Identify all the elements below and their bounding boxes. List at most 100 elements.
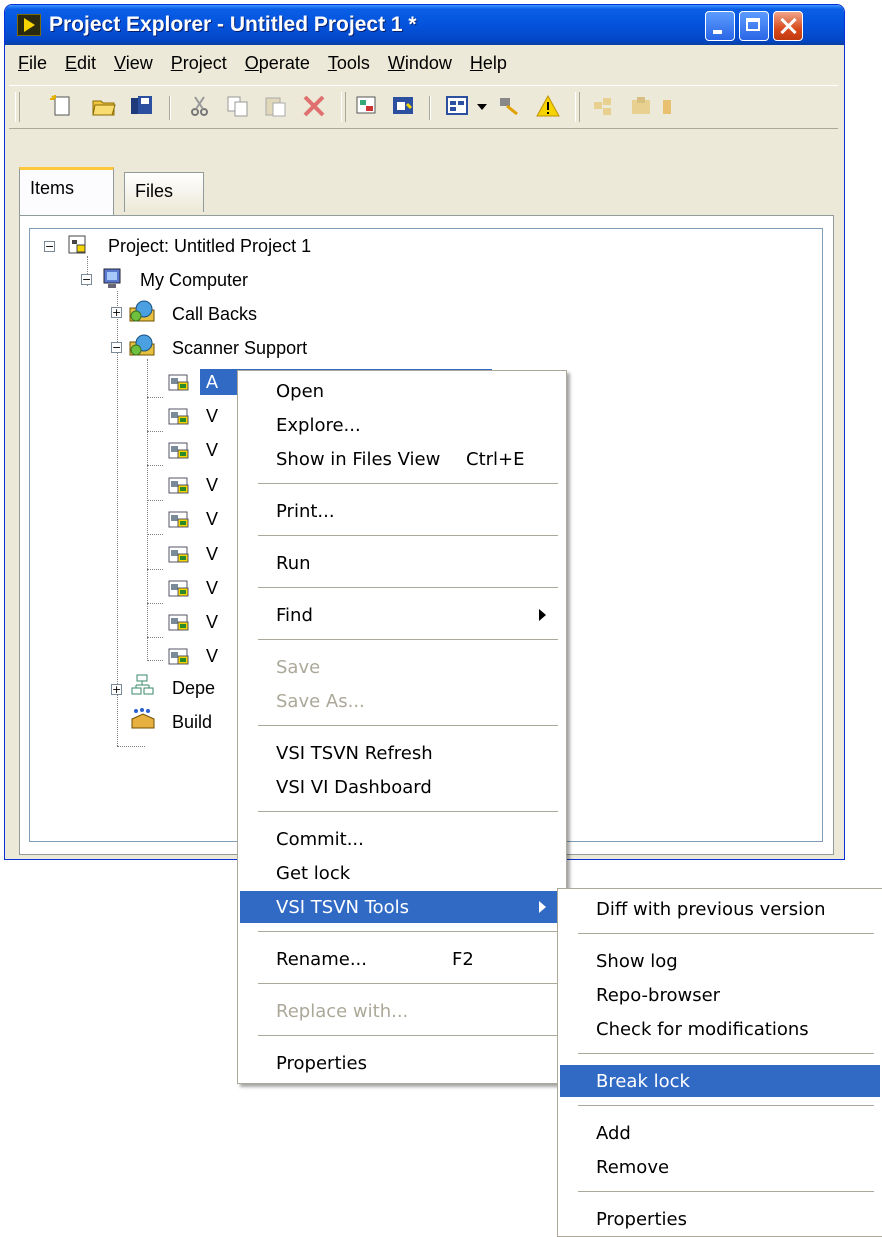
toolbar [9, 85, 838, 129]
minimize-button[interactable] [705, 11, 735, 41]
menu-properties[interactable]: Properties [240, 1047, 564, 1079]
menu-vsi-tsvn-refresh[interactable]: VSI TSVN Refresh [240, 737, 564, 769]
tab-files[interactable]: Files [124, 172, 204, 212]
menu-separator [578, 1105, 874, 1106]
virtual-folder-icon [129, 334, 155, 356]
open-folder-icon[interactable] [91, 94, 117, 118]
submenu-diff[interactable]: Diff with previous version [560, 893, 880, 925]
menu-save-label: Save [276, 656, 321, 678]
package-icon[interactable] [629, 94, 655, 118]
tree-build-specifications[interactable]: Build [172, 709, 212, 735]
toolbar-grip[interactable] [15, 92, 20, 122]
title-bar[interactable]: Project Explorer - Untitled Project 1 * [5, 5, 844, 45]
warning-icon[interactable] [535, 94, 561, 118]
tree-vi-item[interactable]: V [206, 437, 218, 463]
delete-icon[interactable] [301, 94, 327, 118]
tree-vi-item[interactable]: V [206, 643, 218, 669]
submenu-remove[interactable]: Remove [560, 1151, 880, 1183]
menu-tsvn-refresh-label: VSI TSVN Refresh [276, 742, 433, 764]
vi-icon [166, 609, 192, 633]
submenu-break-lock[interactable]: Break lock [560, 1065, 880, 1097]
menu-save-as[interactable]: Save As... [240, 685, 564, 717]
paste-icon[interactable] [263, 94, 289, 118]
tree-vi-item[interactable]: V [206, 403, 218, 429]
menu-replace-with[interactable]: Replace with... [240, 995, 564, 1027]
menu-print[interactable]: Print... [240, 495, 564, 527]
menu-separator [258, 535, 558, 536]
menu-tools[interactable]: Tools [319, 53, 379, 74]
tree-my-computer[interactable]: My Computer [140, 267, 248, 293]
menu-window[interactable]: Window [379, 53, 461, 74]
menu-run[interactable]: Run [240, 547, 564, 579]
tree-vi-item[interactable]: V [206, 506, 218, 532]
tree-call-backs[interactable]: Call Backs [172, 301, 257, 327]
tree-dependencies[interactable]: Depe [172, 675, 215, 701]
save-all-icon[interactable] [129, 94, 155, 118]
menu-vsi-vi-dashboard[interactable]: VSI VI Dashboard [240, 771, 564, 803]
submenu-break-lock-label: Break lock [596, 1070, 690, 1092]
source-control-icon[interactable] [591, 94, 617, 118]
menu-open[interactable]: Open [240, 375, 564, 407]
scanner-support-collapse-toggle[interactable]: − [111, 342, 122, 353]
menu-mnemonic: E [65, 53, 78, 73]
copy-icon[interactable] [225, 94, 251, 118]
vi-icon [166, 643, 192, 667]
vi-icon [166, 403, 192, 427]
tab-items[interactable]: Items [19, 167, 114, 215]
submenu-repo-browser[interactable]: Repo-browser [560, 979, 880, 1011]
tree-vi-item[interactable]: V [206, 541, 218, 567]
menu-properties-label: Properties [276, 1052, 367, 1074]
submenu-add[interactable]: Add [560, 1117, 880, 1149]
tree-vi-item[interactable]: V [206, 472, 218, 498]
menu-open-label: Open [276, 380, 325, 402]
menu-get-lock[interactable]: Get lock [240, 857, 564, 889]
tsvn-tools-submenu: Diff with previous version Show log Repo… [557, 888, 882, 1237]
menu-rename[interactable]: Rename... F2 [240, 943, 564, 975]
hierarchy-icon[interactable] [497, 94, 523, 118]
submenu-check-mods-label: Check for modifications [596, 1018, 809, 1040]
maximize-button[interactable] [739, 11, 769, 41]
submenu-check-modifications[interactable]: Check for modifications [560, 1013, 880, 1045]
cut-icon[interactable] [187, 94, 213, 118]
dropdown-arrow-icon[interactable] [475, 94, 489, 118]
submenu-properties[interactable]: Properties [560, 1203, 880, 1235]
new-file-icon[interactable] [49, 94, 75, 118]
menu-help[interactable]: Help [461, 53, 516, 74]
menu-commit[interactable]: Commit... [240, 823, 564, 855]
menu-mnemonic: O [244, 53, 259, 73]
menu-project[interactable]: Project [162, 53, 236, 74]
view-options-icon[interactable] [445, 94, 471, 118]
project-collapse-toggle[interactable]: − [44, 241, 55, 252]
dependencies-expand-toggle[interactable]: + [111, 684, 122, 695]
tree-scanner-support[interactable]: Scanner Support [172, 335, 307, 361]
menu-explore[interactable]: Explore... [240, 409, 564, 441]
close-button[interactable] [773, 11, 803, 41]
menu-vsi-tsvn-tools[interactable]: VSI TSVN Tools [240, 891, 564, 923]
menu-save[interactable]: Save [240, 651, 564, 683]
tree-vi-item[interactable]: V [206, 575, 218, 601]
package-partial-icon[interactable] [661, 94, 671, 118]
project-properties-icon[interactable] [355, 94, 381, 118]
submenu-arrow-icon [539, 609, 546, 621]
tree-vi-item[interactable]: V [206, 609, 218, 635]
vi-icon [166, 472, 192, 496]
menu-separator [258, 639, 558, 640]
menu-find[interactable]: Find [240, 599, 564, 631]
build-icon[interactable] [391, 94, 417, 118]
submenu-arrow-icon [539, 901, 546, 913]
call-backs-expand-toggle[interactable]: + [111, 307, 122, 318]
menu-file[interactable]: File [9, 53, 56, 74]
menu-separator [258, 483, 558, 484]
submenu-show-log[interactable]: Show log [560, 945, 880, 977]
menu-edit[interactable]: Edit [56, 53, 105, 74]
labview-app-icon [17, 14, 41, 36]
menu-label: ools [336, 53, 370, 73]
menu-show-in-files-view[interactable]: Show in Files View Ctrl+E [240, 443, 564, 475]
submenu-add-label: Add [596, 1122, 631, 1144]
submenu-remove-label: Remove [596, 1156, 670, 1178]
tree-project[interactable]: Project: Untitled Project 1 [108, 233, 311, 259]
my-computer-collapse-toggle[interactable]: − [81, 274, 92, 285]
menu-show-in-files-label: Show in Files View [276, 448, 441, 470]
menu-view[interactable]: View [105, 53, 162, 74]
menu-operate[interactable]: Operate [236, 53, 319, 74]
